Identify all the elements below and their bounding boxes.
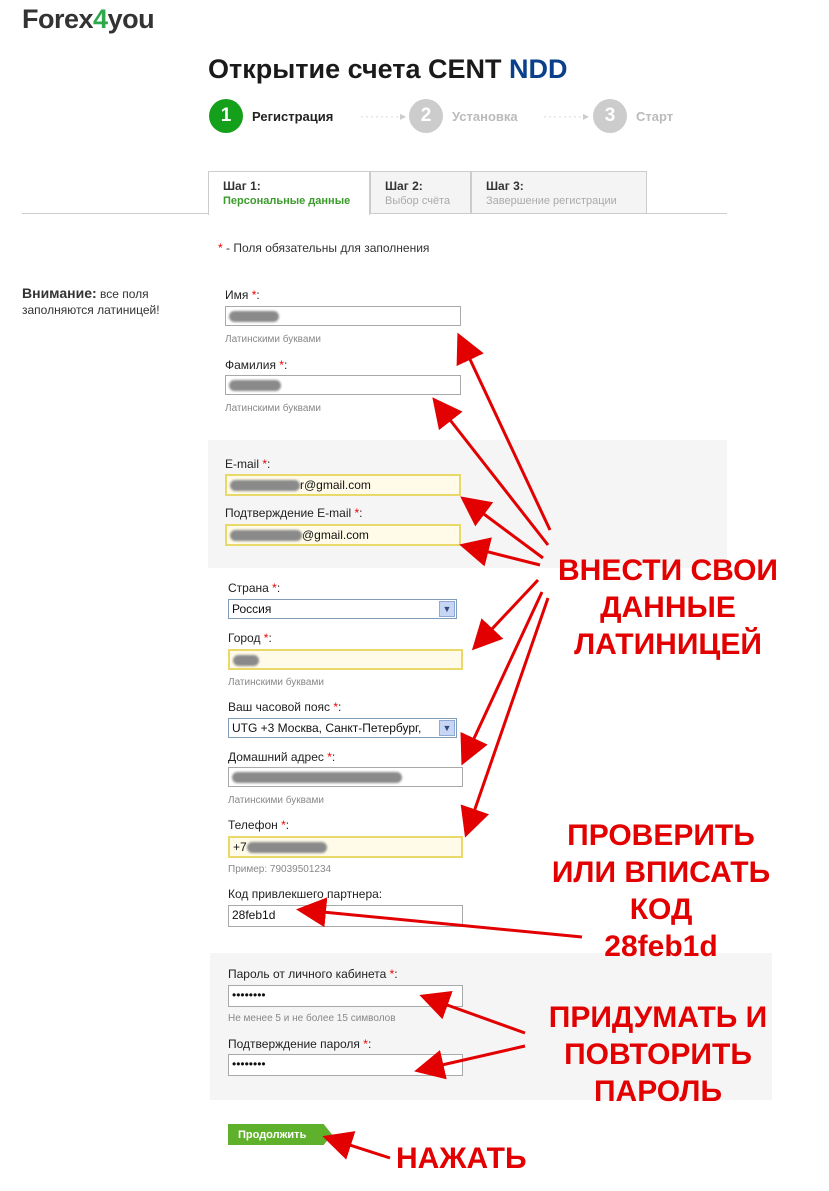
annotation-enter-data: ВНЕСТИ СВОИ ДАННЫЕ ЛАТИНИЦЕЙ <box>558 554 778 661</box>
annotation-press: НАЖАТЬ <box>396 1142 527 1175</box>
arrow-to-partner-code <box>296 897 583 939</box>
arrow-to-password <box>419 991 526 1035</box>
arrow-to-first-name <box>456 332 552 531</box>
arrow-to-continue-button <box>322 1131 391 1160</box>
arrow-to-last-name <box>432 397 550 546</box>
annotation-check-code: ПРОВЕРИТЬ ИЛИ ВПИСАТЬ КОД 28feb1d <box>551 819 771 963</box>
annotation-password: ПРИДУМАТЬ И ПОВТОРИТЬ ПАРОЛЬ <box>548 1001 768 1108</box>
arrow-to-city <box>471 578 540 651</box>
arrow-to-phone <box>460 597 550 838</box>
arrow-to-password-confirm <box>414 1044 526 1080</box>
